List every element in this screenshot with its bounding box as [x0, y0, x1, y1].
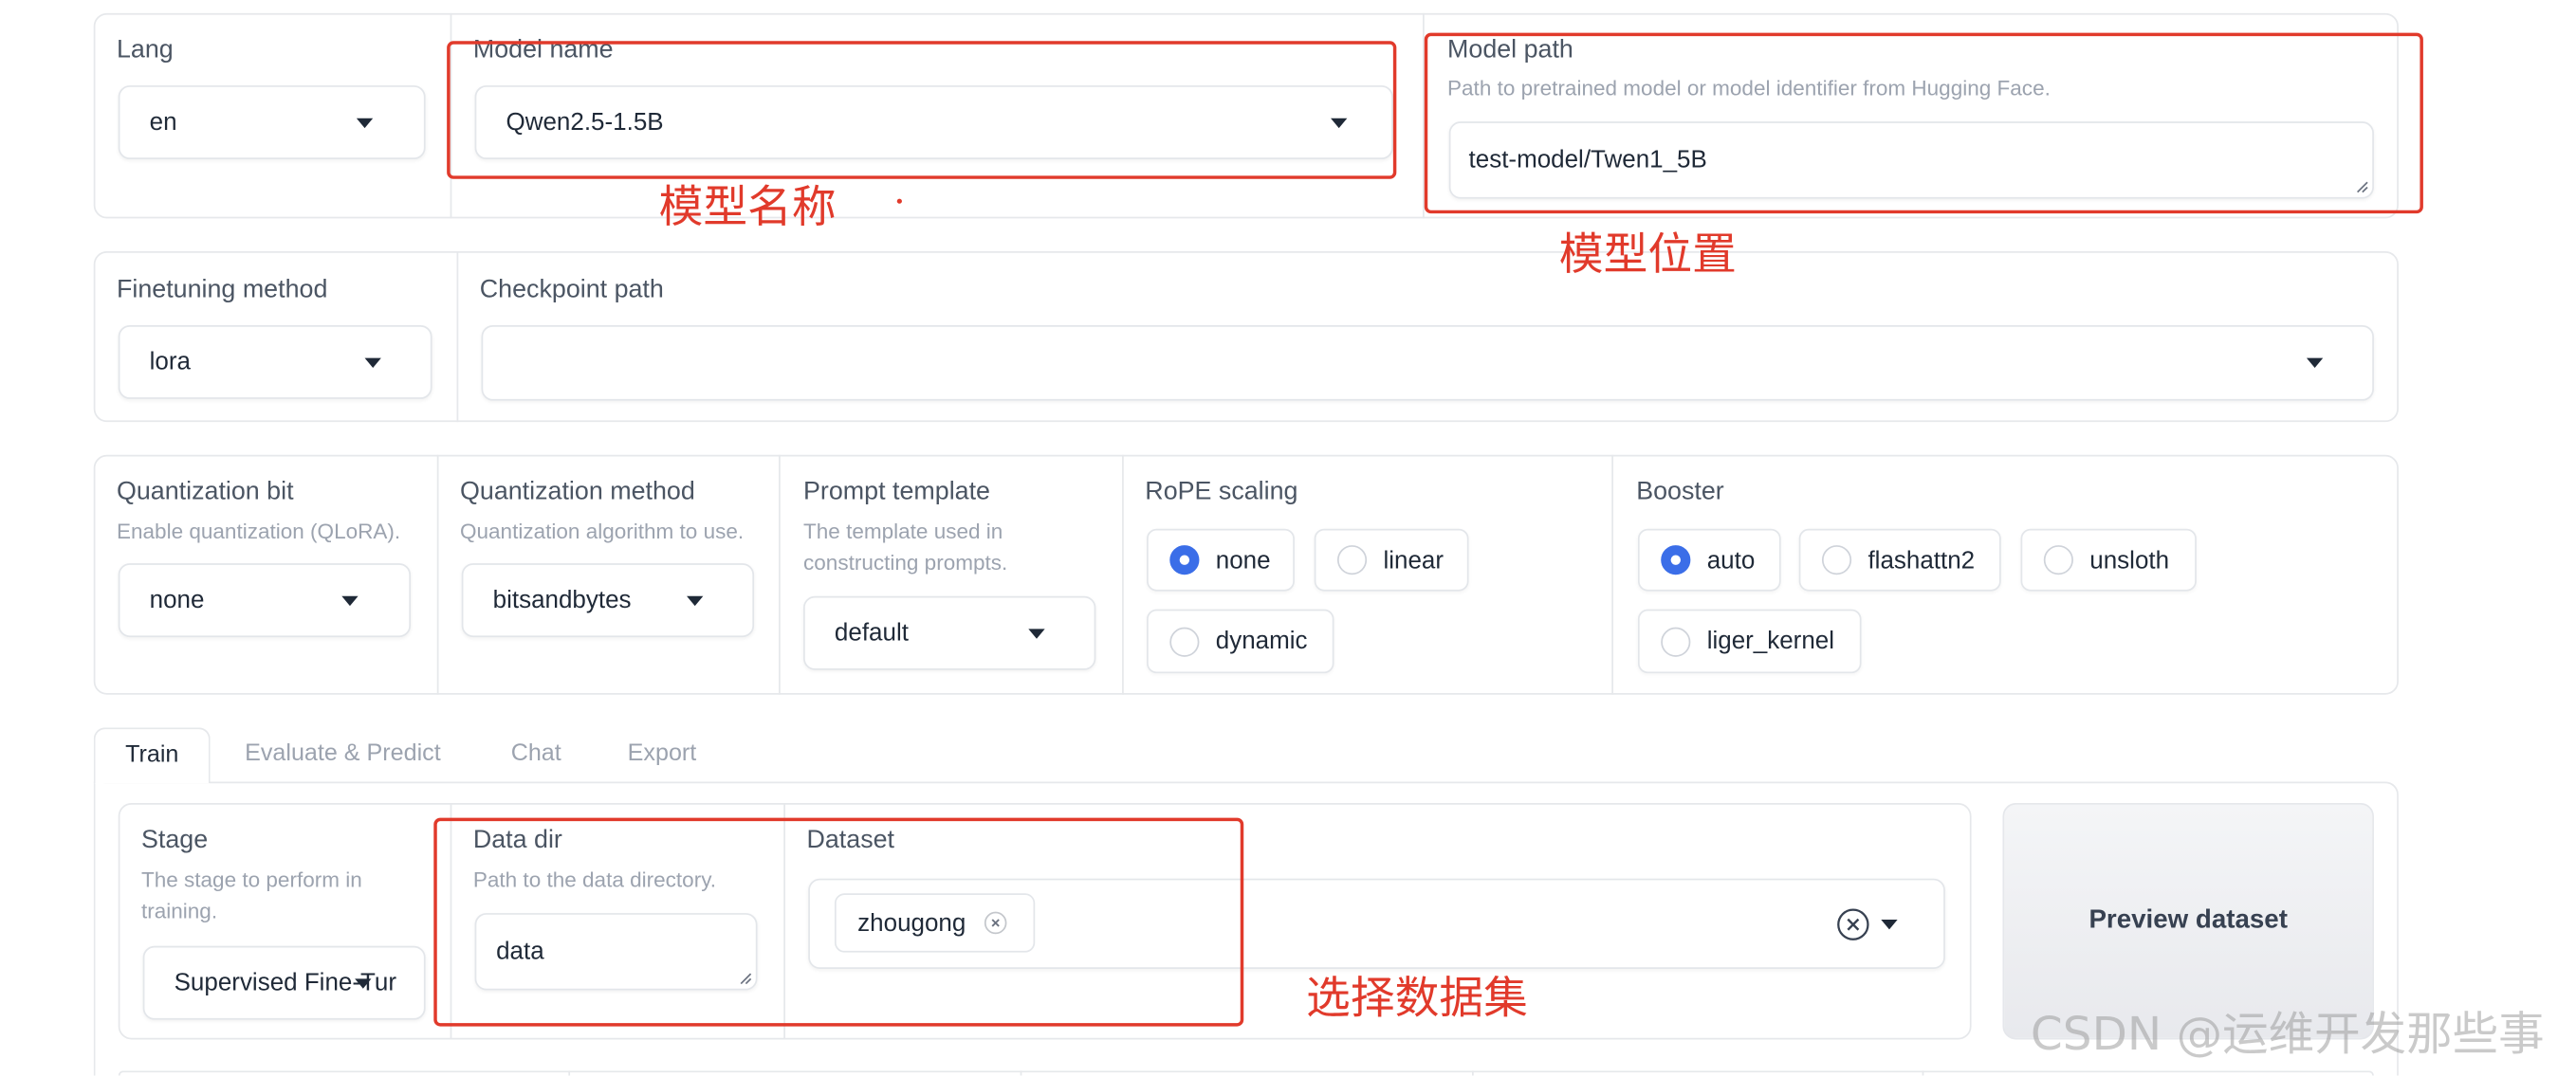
- prompt-template-info-line: The template used in: [803, 519, 1003, 544]
- column-divider: [1020, 1070, 1022, 1076]
- annotation-note-dataset: 选择数据集: [1306, 974, 1528, 1025]
- annotation-box-model-name: [447, 41, 1397, 179]
- finetuning-method-value: lora: [149, 348, 191, 376]
- lang-label: Lang: [116, 36, 174, 64]
- rope-option-none[interactable]: none: [1147, 528, 1295, 592]
- tab-train[interactable]: Train: [93, 727, 211, 784]
- annotation-note-model-name: 模型名称: [658, 182, 837, 233]
- caret-down-icon[interactable]: [1881, 919, 1898, 929]
- radio-button-icon: [1661, 545, 1691, 575]
- radio-option-label: auto: [1706, 545, 1756, 575]
- stage-label: Stage: [140, 826, 209, 854]
- column-divider: [1611, 454, 1613, 695]
- caret-down-icon: [1028, 628, 1045, 638]
- radio-button-icon: [2043, 545, 2073, 575]
- quantization-bit-label: Quantization bit: [116, 478, 294, 506]
- booster-option-auto[interactable]: auto: [1637, 528, 1781, 592]
- stage-info-line: training.: [140, 898, 218, 923]
- radio-option-label: liger_kernel: [1706, 627, 1835, 656]
- annotation-dot: [896, 198, 902, 204]
- caret-down-icon: [356, 117, 374, 128]
- caret-down-icon: [355, 977, 372, 988]
- column-divider: [568, 1070, 571, 1076]
- checkpoint-path-label: Checkpoint path: [479, 276, 664, 304]
- clear-selection-icon[interactable]: [1837, 907, 1870, 940]
- prompt-template-info-line: constructing prompts.: [803, 550, 1008, 575]
- rope-scaling-label: RoPE scaling: [1145, 478, 1298, 506]
- finetuning-method-dropdown[interactable]: lora: [118, 324, 432, 399]
- column-divider: [436, 454, 439, 695]
- annotation-note-model-path: 模型位置: [1558, 229, 1737, 282]
- radio-button-icon: [1661, 626, 1691, 656]
- next-row-panel: [118, 1070, 2374, 1076]
- booster-option-liger-kernel[interactable]: liger_kernel: [1637, 609, 1862, 674]
- radio-button-icon: [1169, 545, 1200, 575]
- caret-down-icon: [341, 594, 359, 606]
- rope-option-dynamic[interactable]: dynamic: [1147, 609, 1334, 674]
- radio-button-icon: [1336, 545, 1368, 575]
- caret-down-icon: [687, 594, 704, 606]
- checkpoint-path-dropdown[interactable]: [481, 324, 2374, 401]
- llama-board-page: Lang en Model name Qwen2.5-1.5B Model pa…: [0, 0, 2576, 1076]
- quantization-bit-value: none: [149, 586, 205, 614]
- annotation-box-dataset: [433, 817, 1244, 1027]
- preview-dataset-button[interactable]: Preview dataset: [2002, 803, 2374, 1040]
- booster-label: Booster: [1636, 478, 1724, 506]
- radio-option-label: flashattn2: [1868, 545, 1976, 575]
- prompt-template-label: Prompt template: [803, 478, 990, 506]
- prompt-template-value: default: [834, 619, 909, 648]
- tab-evaluate-predict[interactable]: Evaluate & Predict: [229, 727, 457, 783]
- finetuning-method-label: Finetuning method: [116, 276, 328, 304]
- quantization-bit-dropdown[interactable]: none: [118, 563, 412, 638]
- column-divider: [779, 454, 781, 695]
- rope-option-linear[interactable]: linear: [1314, 528, 1469, 592]
- radio-button-icon: [1821, 545, 1852, 575]
- quantization-method-dropdown[interactable]: bitsandbytes: [461, 563, 755, 638]
- quantization-bit-info: Enable quantization (QLoRA).: [116, 519, 401, 544]
- radio-option-label: none: [1215, 545, 1271, 575]
- annotation-box-model-path: [1424, 32, 2423, 214]
- radio-option-label: linear: [1383, 545, 1444, 575]
- column-divider: [456, 251, 459, 423]
- column-divider: [1472, 1070, 1474, 1076]
- tab-export[interactable]: Export: [611, 727, 712, 783]
- lang-dropdown-value: en: [149, 108, 177, 137]
- quantization-method-label: Quantization method: [460, 478, 695, 506]
- tab-chat[interactable]: Chat: [494, 727, 578, 783]
- stage-dropdown[interactable]: Supervised Fine-Tur: [142, 945, 426, 1020]
- radio-button-icon: [1169, 626, 1200, 656]
- radio-option-label: unsloth: [2089, 545, 2170, 575]
- column-divider: [1922, 1070, 1924, 1076]
- column-divider: [1122, 454, 1124, 695]
- quantization-method-value: bitsandbytes: [492, 586, 632, 614]
- stage-info-line: The stage to perform in: [140, 867, 362, 892]
- caret-down-icon: [364, 356, 381, 368]
- caret-down-icon: [2306, 357, 2324, 368]
- radio-option-label: dynamic: [1215, 627, 1308, 656]
- booster-option-flashattn2[interactable]: flashattn2: [1798, 528, 2001, 592]
- quantization-method-info: Quantization algorithm to use.: [460, 519, 745, 544]
- prompt-template-dropdown[interactable]: default: [803, 595, 1096, 670]
- booster-option-unsloth[interactable]: unsloth: [2020, 528, 2197, 592]
- lang-dropdown[interactable]: en: [118, 85, 426, 160]
